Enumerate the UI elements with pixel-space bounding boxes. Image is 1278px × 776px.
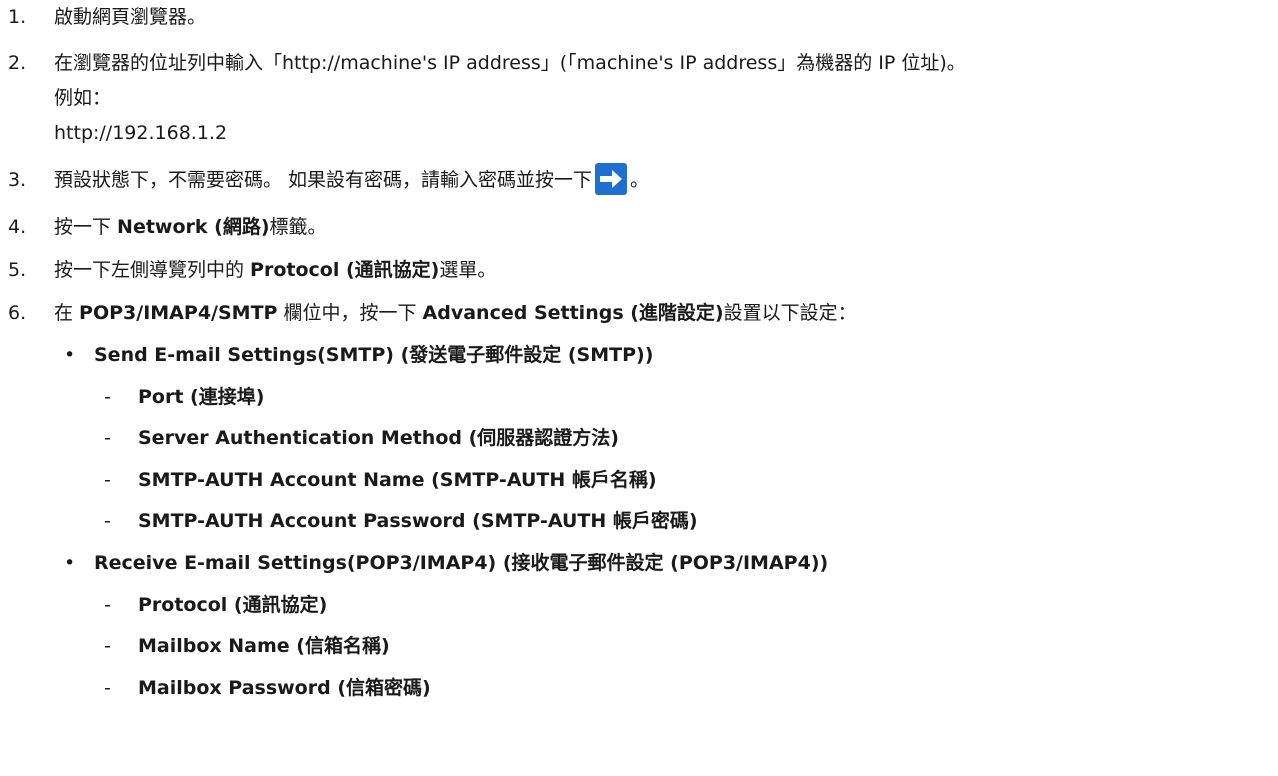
- settings-item-label: Port (連接埠): [138, 386, 265, 408]
- arrow-right-icon[interactable]: [595, 162, 628, 195]
- step-text-after: 。: [630, 169, 650, 191]
- step-number: 5.: [8, 259, 27, 281]
- step-prefix: 按一下: [54, 216, 118, 238]
- step-number: 6.: [8, 302, 27, 324]
- advanced-settings-label: Advanced Settings (進階設定): [422, 302, 724, 324]
- bullet: •: [64, 552, 76, 574]
- step-text: 按一下 Network (網路)標籤。: [54, 213, 327, 241]
- bullet: •: [64, 344, 76, 366]
- dash: -: [104, 635, 111, 657]
- network-tab-label: Network (網路): [117, 216, 270, 238]
- step-text: 按一下左側導覽列中的 Protocol (通訊協定)選單。: [54, 256, 496, 284]
- step-number: 3.: [8, 169, 27, 191]
- step-text: 在 POP3/IMAP4/SMTP 欄位中，按一下 Advanced Setti…: [54, 299, 857, 327]
- instruction-document: 1. 啟動網頁瀏覽器。 2. 在瀏覽器的位址列中輸入「http://machin…: [0, 0, 1278, 776]
- step-text: 啟動網頁瀏覽器。: [54, 6, 207, 28]
- settings-item-label: SMTP-AUTH Account Password (SMTP-AUTH 帳戶…: [138, 510, 698, 532]
- settings-item-label: Protocol (通訊協定): [138, 594, 328, 616]
- step-mid: 欄位中，按一下: [277, 302, 423, 324]
- settings-item-label: SMTP-AUTH Account Name (SMTP-AUTH 帳戶名稱): [138, 469, 657, 491]
- dash: -: [104, 469, 111, 491]
- step-suffix: 設置以下設定：: [723, 302, 857, 324]
- settings-item-label: Mailbox Password (信箱密碼): [138, 677, 431, 699]
- dash: -: [104, 510, 111, 532]
- settings-item-label: Server Authentication Method (伺服器認證方法): [138, 427, 619, 449]
- step-suffix: 標籤。: [269, 216, 327, 238]
- settings-item-label: Mailbox Name (信箱名稱): [138, 635, 390, 657]
- protocol-menu-label: Protocol (通訊協定): [250, 259, 440, 281]
- step-number: 2.: [8, 52, 27, 74]
- step-suffix: 選單。: [439, 259, 497, 281]
- step-text: 在瀏覽器的位址列中輸入「http://machine's IP address」…: [54, 52, 966, 74]
- example-label: 例如：: [54, 87, 112, 109]
- settings-group-title: Receive E-mail Settings(POP3/IMAP4) (接收電…: [94, 552, 829, 574]
- step-text-before: 預設狀態下，不需要密碼。 如果設有密碼，請輸入密碼並按一下: [54, 169, 593, 191]
- step-number: 4.: [8, 216, 27, 238]
- dash: -: [104, 386, 111, 408]
- step-prefix: 在: [54, 302, 80, 324]
- example-url: http://192.168.1.2: [54, 122, 228, 144]
- dash: -: [104, 594, 111, 616]
- dash: -: [104, 677, 111, 699]
- step-text: 預設狀態下，不需要密碼。 如果設有密碼，請輸入密碼並按一下 。: [54, 162, 650, 195]
- settings-group-title: Send E-mail Settings(SMTP) (發送電子郵件設定 (SM…: [94, 344, 654, 366]
- dash: -: [104, 427, 111, 449]
- field-name: POP3/IMAP4/SMTP: [79, 302, 278, 324]
- step-prefix: 按一下左側導覽列中的: [54, 259, 251, 281]
- step-number: 1.: [8, 6, 27, 28]
